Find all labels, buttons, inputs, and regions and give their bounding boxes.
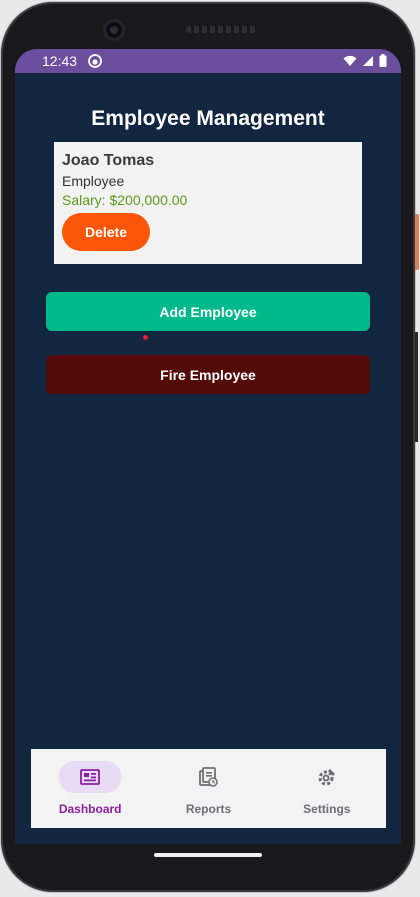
nav-item-settings[interactable]: Settings [268, 749, 386, 828]
employee-name: Joao Tomas [62, 152, 155, 169]
employee-card: Joao Tomas Employee Salary: $200,000.00 … [54, 142, 362, 264]
nav-label-reports: Reports [185, 802, 232, 816]
earpiece-speaker [186, 26, 256, 33]
status-icons [343, 54, 387, 67]
android-app-icon [88, 54, 102, 68]
power-button [415, 214, 419, 270]
status-time: 12:43 [42, 53, 78, 69]
add-employee-button[interactable]: Add Employee [46, 292, 370, 331]
nav-label-dashboard: Dashboard [58, 802, 122, 816]
employee-salary: Salary: $200,000.00 [62, 192, 188, 208]
nav-item-reports[interactable]: Reports [149, 749, 267, 828]
status-bar: 12:43 [15, 49, 401, 73]
battery-icon [379, 54, 387, 67]
settings-icon [318, 769, 335, 786]
app-screen: 12:43 Employee Management Joao Tomas Emp… [15, 49, 401, 844]
bottom-navigation: Dashboard Reports Settings [31, 749, 386, 828]
nav-label-settings: Settings [303, 802, 351, 816]
fire-employee-button[interactable]: Fire Employee [46, 355, 370, 394]
phone-frame: 12:43 Employee Management Joao Tomas Emp… [1, 2, 419, 892]
nav-item-dashboard[interactable]: Dashboard [31, 749, 149, 828]
wifi-icon [343, 55, 357, 66]
dashboard-icon [80, 769, 101, 785]
home-gesture-bar[interactable] [154, 853, 262, 857]
reports-icon [199, 767, 219, 787]
front-camera [103, 19, 125, 41]
delete-employee-button[interactable]: Delete [62, 213, 150, 251]
volume-button [415, 332, 418, 442]
employee-role: Employee [62, 173, 125, 189]
signal-icon [363, 55, 373, 66]
touch-indicator-dot [143, 335, 148, 340]
page-title: Employee Management [91, 107, 325, 130]
